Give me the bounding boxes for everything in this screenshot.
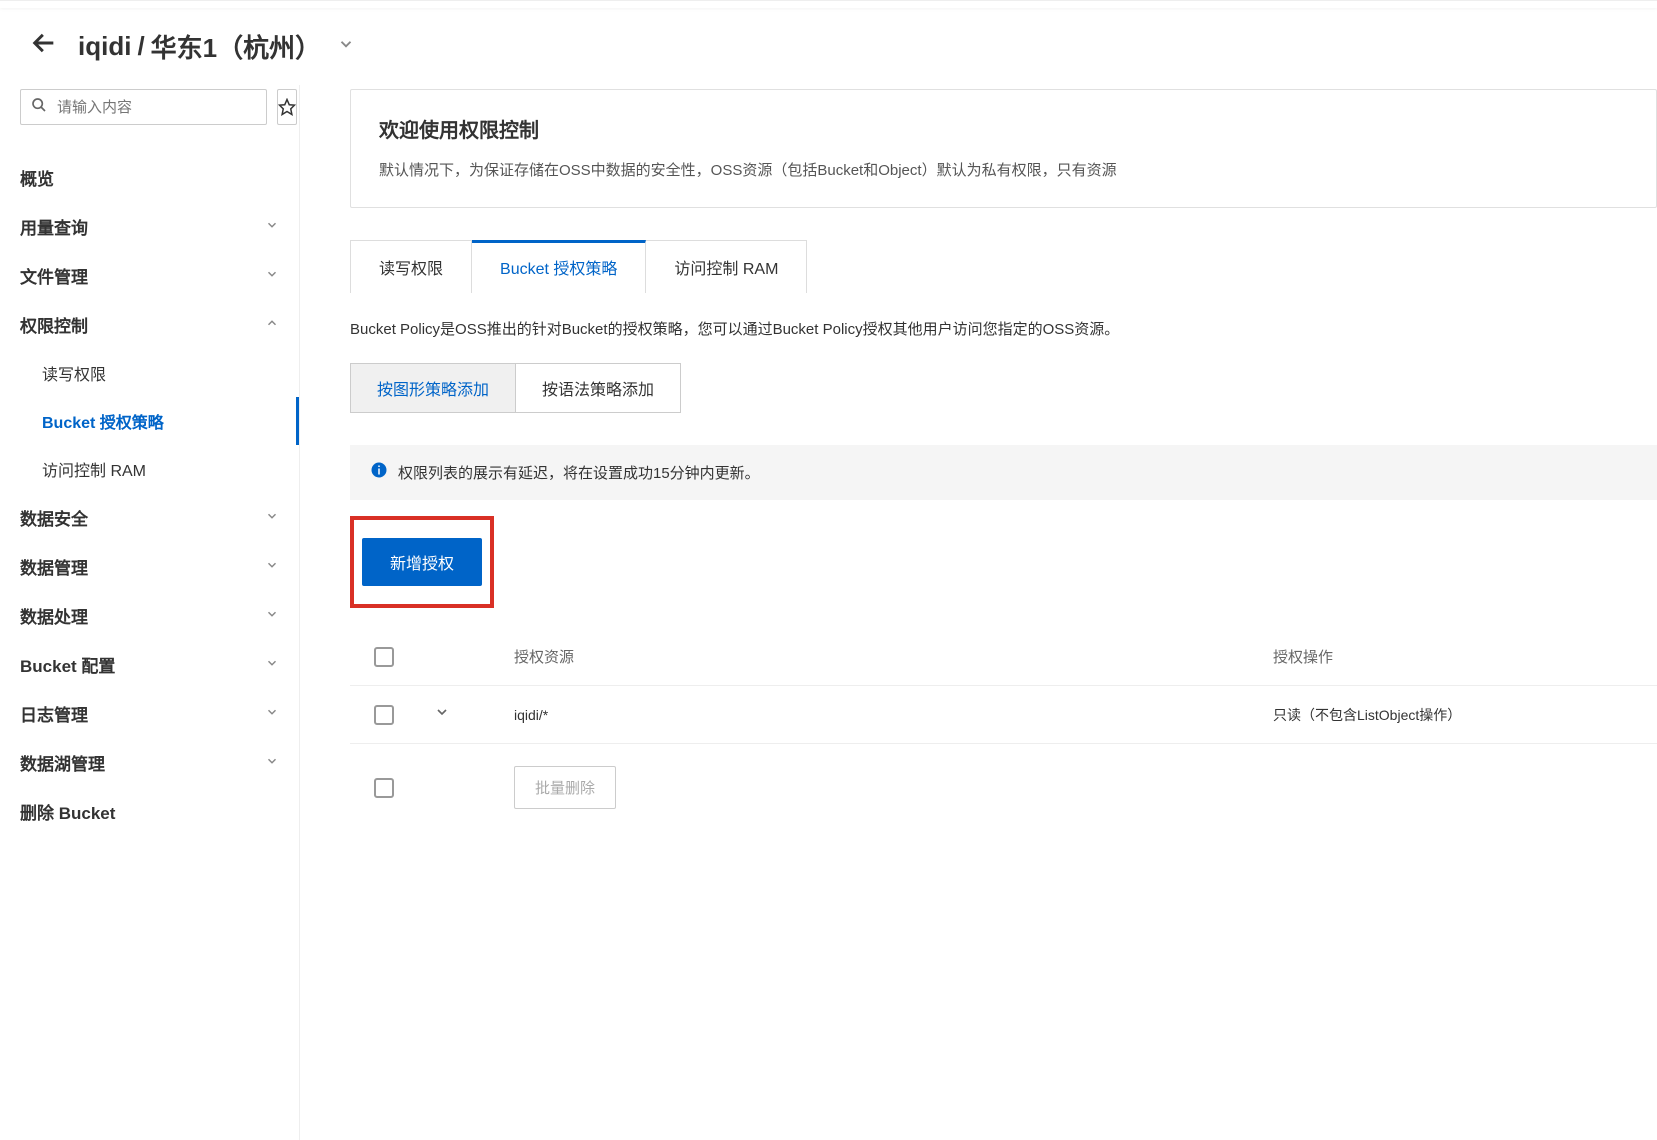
sidebar-subitem-rw[interactable]: 读写权限 [20,349,279,397]
table-footer: 批量删除 [350,744,1657,827]
page-header: iqidi / 华东1（杭州） [0,8,1657,85]
select-all-checkbox[interactable] [374,647,394,667]
add-mode-syntax[interactable]: 按语法策略添加 [515,364,680,412]
chevron-down-icon [265,656,279,673]
sidebar-item-overview[interactable]: 概览 [20,153,279,202]
sidebar-item-label: 删除 Bucket [20,799,115,824]
chevron-down-icon [265,558,279,575]
auth-table: 授权资源 授权操作 iqidi/* 只读（不包含ListObject操作） 批量… [350,628,1657,827]
info-banner: 权限列表的展示有延迟，将在设置成功15分钟内更新。 [350,445,1657,500]
sidebar-item-datalake[interactable]: 数据湖管理 [20,738,279,787]
tab-ram[interactable]: 访问控制 RAM [646,240,807,293]
search-input-wrapper[interactable] [20,89,267,125]
col-header-resource: 授权资源 [514,646,1273,667]
sidebar-item-label: Bucket 配置 [20,652,115,677]
chevron-down-icon [265,218,279,235]
sidebar-item-dataprocess[interactable]: 数据处理 [20,591,279,640]
sidebar-item-permissions[interactable]: 权限控制 [20,300,279,349]
sidebar-item-label: 数据湖管理 [20,750,105,775]
sidebar-item-bucketcfg[interactable]: Bucket 配置 [20,640,279,689]
tabs: 读写权限 Bucket 授权策略 访问控制 RAM [350,240,1657,294]
add-auth-button[interactable]: 新增授权 [362,538,482,586]
sidebar-item-label: 文件管理 [20,263,88,288]
table-header: 授权资源 授权操作 [350,628,1657,686]
sidebar-item-label: 数据管理 [20,554,88,579]
chevron-down-icon [265,509,279,526]
sidebar-item-security[interactable]: 数据安全 [20,493,279,542]
bulk-delete-button[interactable]: 批量删除 [514,766,616,809]
search-icon [31,97,47,118]
sidebar-item-logs[interactable]: 日志管理 [20,689,279,738]
sidebar-item-label: 用量查询 [20,214,88,239]
chevron-down-icon [265,267,279,284]
chevron-down-icon[interactable] [434,707,450,724]
info-banner-text: 权限列表的展示有延迟，将在设置成功15分钟内更新。 [398,462,760,483]
breadcrumb-bucket: iqidi [78,31,131,62]
breadcrumb-sep: / [137,31,144,62]
add-mode-graphical[interactable]: 按图形策略添加 [351,364,515,412]
chevron-down-icon[interactable] [337,35,355,59]
row-action: 只读（不包含ListObject操作） [1273,705,1633,725]
sidebar-item-label: 日志管理 [20,701,88,726]
highlight-box: 新增授权 [350,516,494,608]
sidebar-item-label: 概览 [20,165,54,190]
sidebar-subitem-ram[interactable]: 访问控制 RAM [20,445,279,493]
back-arrow-icon[interactable] [30,29,58,64]
footer-checkbox[interactable] [374,778,394,798]
chevron-down-icon [265,607,279,624]
policy-description: Bucket Policy是OSS推出的针对Bucket的授权策略，您可以通过B… [350,318,1657,339]
tab-policy[interactable]: Bucket 授权策略 [472,240,646,293]
sidebar-item-datamgmt[interactable]: 数据管理 [20,542,279,591]
sidebar: 概览 用量查询 文件管理 权限控制 读写权限 Bucket 授权策略 访问控制 … [0,85,300,1140]
welcome-text: 默认情况下，为保证存储在OSS中数据的安全性，OSS资源（包括Bucket和Ob… [379,159,1628,183]
chevron-down-icon [265,705,279,722]
sidebar-item-label: 数据安全 [20,505,88,530]
sidebar-item-delete[interactable]: 删除 Bucket [20,787,279,836]
sidebar-item-files[interactable]: 文件管理 [20,251,279,300]
welcome-card: 欢迎使用权限控制 默认情况下，为保证存储在OSS中数据的安全性，OSS资源（包括… [350,89,1657,208]
welcome-title: 欢迎使用权限控制 [379,114,1628,143]
chevron-up-icon [265,316,279,333]
sidebar-subitem-policy[interactable]: Bucket 授权策略 [20,397,299,445]
breadcrumb: iqidi / 华东1（杭州） [78,28,355,65]
col-header-action: 授权操作 [1273,646,1633,667]
row-resource: iqidi/* [514,707,1273,723]
favorite-button[interactable] [277,89,297,125]
table-row: iqidi/* 只读（不包含ListObject操作） [350,686,1657,744]
main-content: 欢迎使用权限控制 默认情况下，为保证存储在OSS中数据的安全性，OSS资源（包括… [300,85,1657,1140]
sidebar-item-label: 权限控制 [20,312,88,337]
tab-content: Bucket Policy是OSS推出的针对Bucket的授权策略，您可以通过B… [350,294,1657,851]
tab-rw[interactable]: 读写权限 [350,240,472,293]
add-mode-toggle: 按图形策略添加 按语法策略添加 [350,363,681,413]
row-checkbox[interactable] [374,705,394,725]
breadcrumb-region: 华东1（杭州） [151,28,321,65]
info-icon [370,461,388,484]
sidebar-item-label: 数据处理 [20,603,88,628]
chevron-down-icon [265,754,279,771]
sidebar-item-usage[interactable]: 用量查询 [20,202,279,251]
search-input[interactable] [57,99,256,116]
